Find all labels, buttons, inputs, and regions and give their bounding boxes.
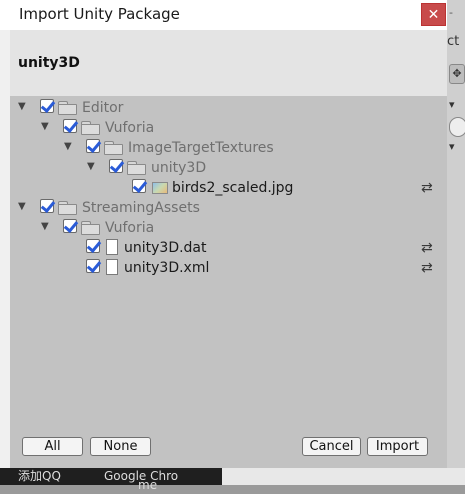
checkbox[interactable] [40,199,54,213]
checkbox[interactable] [86,239,100,253]
tree-item-label: Vuforia [105,220,155,236]
import-button[interactable]: Import [367,437,428,456]
none-button[interactable]: None [90,437,151,456]
folder-icon [81,121,100,135]
tree-row: ▼ StreamingAssets [10,199,447,219]
tree-item-label: Editor [82,100,124,116]
expand-arrow-icon[interactable]: ▼ [18,201,28,212]
taskbar-window-bar [222,468,465,485]
tree-row: ▼ ImageTargetTextures [10,139,447,159]
close-icon[interactable]: ✕ [421,3,446,26]
dialog-footer: All None Cancel Import [10,431,447,468]
checkbox[interactable] [40,99,54,113]
folder-icon [81,221,100,235]
tree-item-label: birds2_scaled.jpg [172,180,294,196]
move-tool-icon[interactable]: ✥ [449,64,465,84]
tree-item-label: StreamingAssets [82,200,200,216]
expand-arrow-icon[interactable]: ▼ [18,101,28,112]
tree-item-label: Vuforia [105,120,155,136]
background-window: - ct ✥ ▾ ▾ [447,0,465,485]
taskbar-item-qq[interactable]: 添加QQ [18,468,61,485]
tree-row: unity3D.xml ⇄ [10,259,447,279]
checkbox[interactable] [132,179,146,193]
document-file-icon [106,259,118,275]
package-name: unity3D [18,55,80,71]
tree-row: ▼ Vuforia [10,119,447,139]
background-dropdown2-icon[interactable]: ▾ [449,140,455,153]
background-title: - [449,6,453,19]
package-header: unity3D [10,30,447,97]
dialog-title: Import Unity Package [19,5,180,23]
image-file-icon [152,182,168,194]
background-text: ct [447,34,460,49]
tree-item-label: unity3D [151,160,207,176]
tree-row: ▼ unity3D [10,159,447,179]
tree-row: ▼ Vuforia [10,219,447,239]
folder-icon [104,141,123,155]
checkbox[interactable] [86,139,100,153]
tree-row: birds2_scaled.jpg ⇄ [10,179,447,199]
taskbar: 添加QQ Google Chro me [0,468,465,492]
expand-arrow-icon[interactable]: ▼ [87,161,97,172]
tree-row: ▼ Editor [10,99,447,119]
expand-arrow-icon[interactable]: ▼ [41,121,51,132]
tree-item-label: ImageTargetTextures [128,140,274,156]
background-toggle[interactable] [449,117,465,137]
checkbox[interactable] [109,159,123,173]
import-dialog: Import Unity Package ✕ unity3D ▼ Editor ▼ V… [0,0,447,468]
asset-tree: ▼ Editor ▼ Vuforia ▼ ImageTargetTextures ▼ unit… [10,96,447,431]
reimport-icon: ⇄ [421,260,433,276]
all-button[interactable]: All [22,437,83,456]
taskbar-item-chrome-cont: me [138,478,158,492]
reimport-icon: ⇄ [421,240,433,256]
document-file-icon [106,239,118,255]
folder-icon [58,201,77,215]
tree-item-label: unity3D.xml [124,260,210,276]
title-bar[interactable]: Import Unity Package ✕ [0,0,447,30]
cancel-button[interactable]: Cancel [302,437,361,456]
folder-icon [127,161,146,175]
checkbox[interactable] [63,219,77,233]
reimport-icon: ⇄ [421,180,433,196]
checkbox[interactable] [86,259,100,273]
expand-arrow-icon[interactable]: ▼ [41,221,51,232]
tree-item-label: unity3D.dat [124,240,207,256]
folder-icon [58,101,77,115]
tree-row: unity3D.dat ⇄ [10,239,447,259]
checkbox[interactable] [63,119,77,133]
background-dropdown-icon[interactable]: ▾ [449,98,455,111]
expand-arrow-icon[interactable]: ▼ [64,141,74,152]
